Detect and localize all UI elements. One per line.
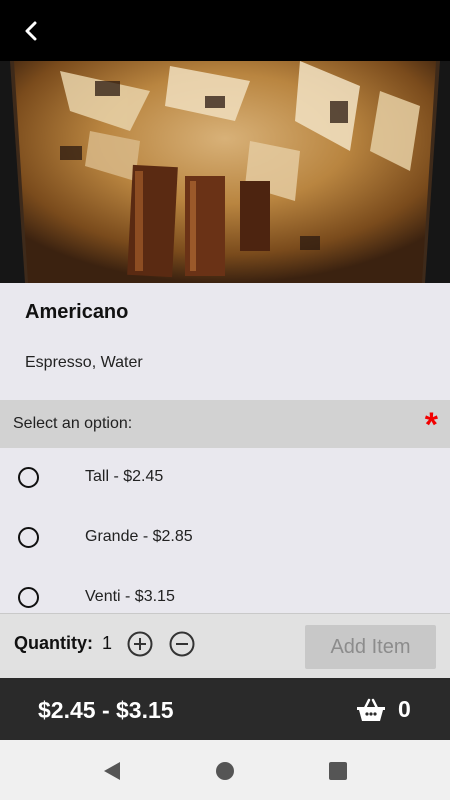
option-label: Grande - $2.85 bbox=[85, 528, 193, 545]
options-header: Select an option: * bbox=[0, 400, 450, 448]
radio-button[interactable] bbox=[18, 587, 39, 608]
option-label: Tall - $2.45 bbox=[85, 468, 164, 485]
increase-quantity-button[interactable] bbox=[127, 631, 153, 657]
product-info: Americano Espresso, Water bbox=[0, 283, 450, 400]
system-home-button[interactable] bbox=[214, 760, 236, 782]
quantity-value: 1 bbox=[102, 633, 113, 653]
system-navigation-bar bbox=[0, 740, 450, 800]
quantity-label: Quantity: bbox=[14, 633, 93, 653]
quantity-bar: Quantity: 1 Add Item bbox=[0, 613, 450, 678]
cart-button[interactable] bbox=[356, 698, 386, 722]
product-image bbox=[0, 61, 450, 283]
minus-circle-icon bbox=[169, 631, 195, 657]
required-marker: * bbox=[424, 406, 438, 444]
options-label: Select an option: bbox=[13, 415, 133, 432]
basket-icon bbox=[357, 698, 385, 721]
price-footer: $2.45 - $3.15 0 bbox=[0, 678, 450, 740]
back-button[interactable] bbox=[14, 14, 48, 48]
system-recents-button[interactable] bbox=[327, 760, 349, 782]
option-label: Venti - $3.15 bbox=[85, 588, 175, 605]
system-back-button[interactable] bbox=[101, 760, 123, 782]
radio-button[interactable] bbox=[18, 467, 39, 488]
decrease-quantity-button[interactable] bbox=[169, 631, 195, 657]
product-description: Espresso, Water bbox=[25, 354, 143, 371]
circle-home-icon bbox=[216, 762, 234, 780]
square-recents-icon bbox=[329, 762, 347, 780]
product-name: Americano bbox=[25, 301, 129, 323]
price-range: $2.45 - $3.15 bbox=[38, 697, 174, 723]
plus-circle-icon bbox=[127, 631, 153, 657]
add-item-button[interactable]: Add Item bbox=[305, 625, 436, 669]
top-app-bar bbox=[0, 0, 450, 61]
option-grande[interactable]: Grande - $2.85 bbox=[0, 509, 450, 569]
radio-button[interactable] bbox=[18, 527, 39, 548]
chevron-left-icon bbox=[25, 21, 37, 41]
option-tall[interactable]: Tall - $2.45 bbox=[0, 449, 450, 509]
triangle-back-icon bbox=[104, 762, 120, 780]
cart-count: 0 bbox=[398, 696, 411, 722]
